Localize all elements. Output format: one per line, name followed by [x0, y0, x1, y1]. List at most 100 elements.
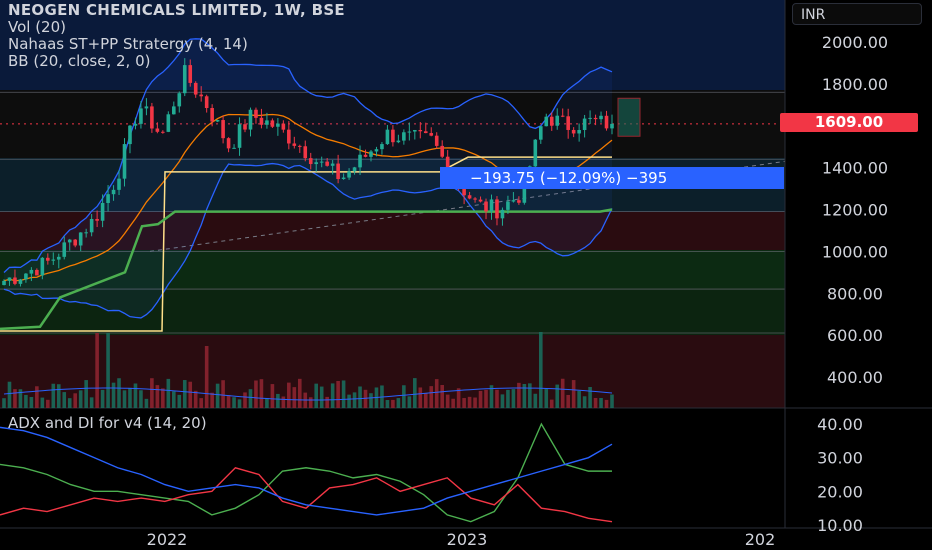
candle: [177, 93, 182, 107]
volume-bar: [308, 397, 313, 408]
volume-bar: [418, 387, 423, 408]
candle: [270, 120, 275, 127]
volume-bar: [467, 396, 472, 408]
candle: [78, 232, 83, 246]
candle: [434, 135, 439, 146]
adx-panel: [0, 422, 613, 523]
currency-selector[interactable]: INR: [792, 3, 922, 25]
volume-bar: [610, 394, 614, 408]
time-tick: 2023: [447, 530, 488, 549]
strategy-legend[interactable]: Nahaas ST+PP Stratergy (4, 14): [8, 36, 345, 53]
volume-bar: [182, 380, 187, 408]
candle: [352, 167, 357, 172]
volume-bar: [117, 378, 121, 408]
adx-legend[interactable]: ADX and DI for v4 (14, 20): [8, 414, 207, 432]
volume-bar: [35, 386, 39, 408]
candle: [478, 199, 483, 202]
volume-bar: [199, 398, 203, 408]
adx-series: [0, 466, 613, 523]
volume-bar: [604, 399, 609, 408]
candle: [13, 277, 17, 284]
candle: [84, 232, 88, 234]
volume-bar: [172, 391, 176, 408]
volume-bar: [221, 380, 225, 408]
volume-bar: [347, 394, 351, 408]
chart-legend: NEOGEN CHEMICALS LIMITED, 1W, BSE Vol (2…: [8, 2, 345, 70]
candle: [56, 256, 61, 260]
candle: [7, 277, 12, 281]
volume-bar: [259, 379, 264, 408]
candle: [2, 280, 6, 286]
candle: [549, 116, 554, 126]
volume-bar: [434, 379, 439, 408]
volume-bar: [325, 396, 329, 408]
volume-bar: [506, 389, 510, 408]
candle: [418, 129, 423, 132]
volume-bar: [495, 389, 499, 408]
candle: [232, 147, 236, 149]
candle: [413, 129, 417, 132]
bollinger-legend[interactable]: BB (20, close, 2, 0): [8, 53, 345, 70]
volume-bar: [248, 389, 253, 408]
candle: [500, 209, 505, 219]
volume-bar: [473, 397, 477, 408]
adx-tick: 40.00: [817, 415, 863, 434]
volume-bar: [369, 393, 373, 408]
volume-bar: [500, 394, 505, 408]
candle: [161, 131, 165, 133]
candle: [380, 144, 384, 150]
candle: [484, 201, 488, 212]
candle: [495, 199, 499, 219]
volume-bar: [46, 399, 50, 408]
candle: [308, 158, 313, 165]
volume-bar: [24, 394, 28, 408]
symbol-title: NEOGEN CHEMICALS LIMITED, 1W, BSE: [8, 1, 345, 19]
volume-bar: [413, 378, 417, 408]
volume-bar: [352, 392, 357, 408]
price-axis: 2000.001800.001600.001400.001200.001000.…: [817, 33, 888, 535]
candle: [374, 149, 379, 152]
volume-bar: [462, 398, 466, 408]
volume-bar: [385, 399, 390, 408]
volume-bar: [161, 388, 165, 408]
candle: [259, 117, 264, 125]
candle: [593, 117, 598, 120]
volume-bar: [281, 396, 286, 408]
volume-bar: [528, 383, 532, 408]
candle: [35, 269, 39, 276]
price-chart[interactable]: 2000.001800.001600.001400.001200.001000.…: [0, 0, 932, 550]
volume-bar: [336, 380, 340, 408]
volume-bar: [314, 383, 319, 408]
time-tick: 2022: [147, 530, 188, 549]
volume-bar: [188, 381, 193, 408]
candle: [106, 194, 110, 203]
volume-bar: [511, 389, 516, 408]
candle: [265, 120, 269, 125]
volume-bar: [67, 398, 72, 408]
volume-bar: [84, 380, 88, 408]
candle: [533, 139, 538, 167]
volume-bar: [210, 392, 214, 408]
candle: [51, 259, 56, 261]
candle: [385, 129, 390, 145]
volume-bar: [254, 380, 258, 408]
candle: [237, 124, 242, 148]
candle: [363, 154, 368, 157]
candle: [506, 201, 510, 210]
candle: [319, 161, 324, 163]
adx-series: [0, 422, 612, 523]
candle: [248, 109, 253, 130]
volume-legend[interactable]: Vol (20): [8, 19, 345, 36]
volume-bar: [237, 399, 242, 408]
volume-bar: [358, 386, 362, 408]
price-tick: 800.00: [827, 284, 883, 303]
volume-bar: [166, 378, 171, 408]
price-tick: 1800.00: [822, 75, 888, 94]
candle: [276, 123, 280, 127]
volume-bar: [330, 383, 335, 408]
candle: [341, 177, 346, 180]
volume-bar: [451, 398, 455, 408]
candle: [89, 218, 94, 233]
volume-bar: [150, 378, 154, 408]
time-tick: 202: [745, 530, 776, 549]
